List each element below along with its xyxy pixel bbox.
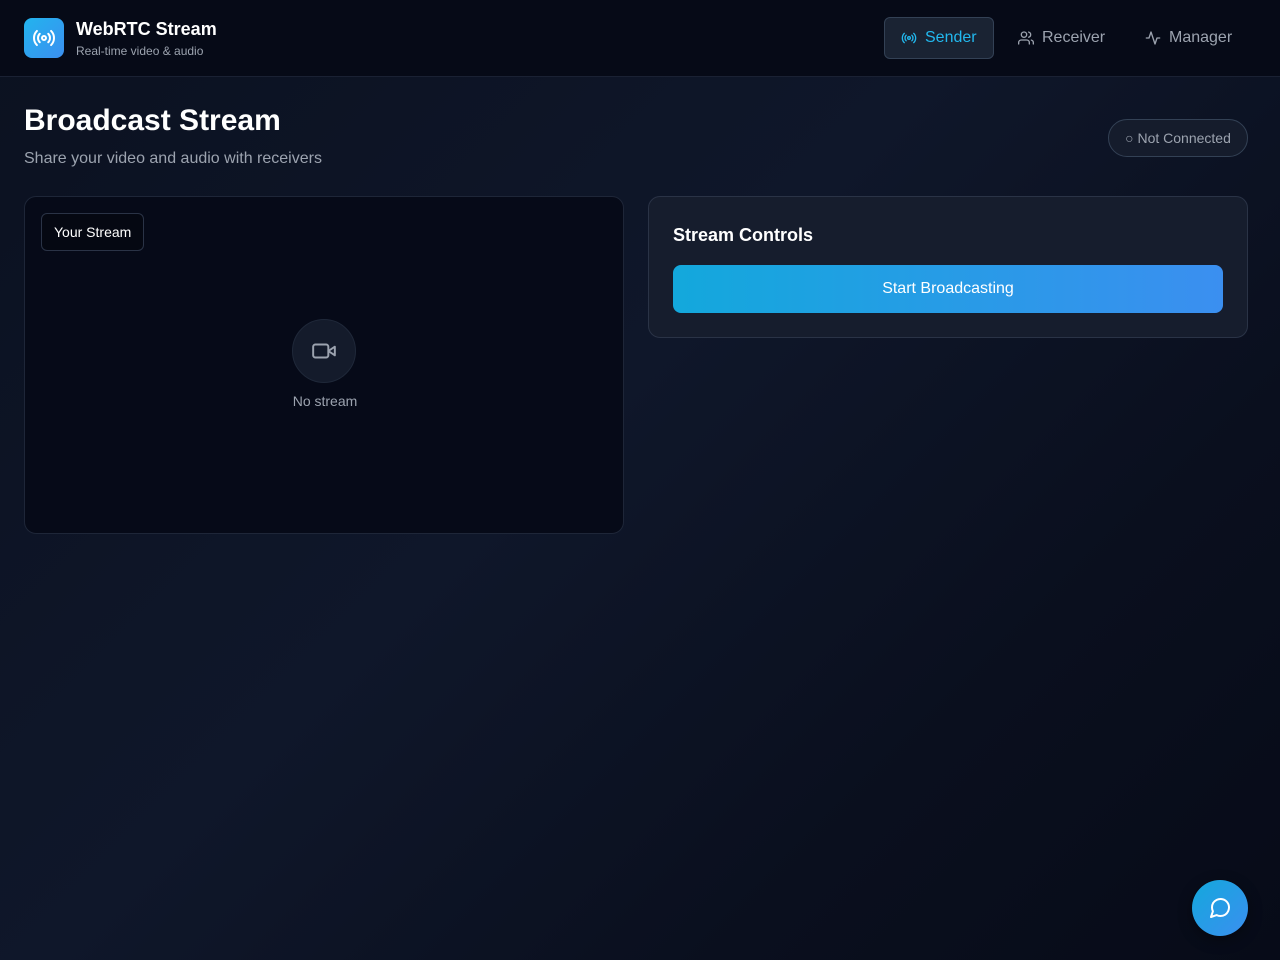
nav-receiver-label: Receiver bbox=[1042, 29, 1106, 46]
activity-icon bbox=[1145, 31, 1161, 45]
app-subtitle: Real-time video & audio bbox=[76, 44, 204, 58]
app-logo bbox=[24, 18, 64, 58]
page-subtitle: Share your video and audio with receiver… bbox=[24, 150, 322, 167]
nav-sender-label: Sender bbox=[925, 29, 977, 46]
no-stream-text: No stream bbox=[292, 393, 358, 409]
start-broadcasting-button[interactable]: Start Broadcasting bbox=[673, 265, 1223, 313]
camera-placeholder bbox=[292, 319, 356, 383]
chat-button[interactable] bbox=[1192, 880, 1248, 936]
video-camera-icon bbox=[312, 343, 336, 359]
your-stream-label: Your Stream bbox=[41, 213, 145, 251]
nav-sender[interactable]: Sender bbox=[884, 17, 994, 59]
nav-receiver[interactable]: Receiver bbox=[1002, 17, 1122, 59]
page-title: Broadcast Stream bbox=[24, 104, 281, 137]
stream-controls-title: Stream Controls bbox=[673, 225, 814, 245]
broadcast-icon bbox=[901, 32, 917, 44]
users-icon bbox=[1018, 31, 1034, 45]
stream-controls-panel: Stream Controls Start Broadcasting bbox=[648, 196, 1248, 338]
chat-bubble-icon bbox=[1210, 897, 1231, 918]
nav-manager-label: Manager bbox=[1169, 29, 1233, 46]
nav-manager[interactable]: Manager bbox=[1129, 17, 1249, 59]
app-header: WebRTC Stream Real-time video & audio Se… bbox=[0, 0, 1280, 77]
connection-status-badge: ○ Not Connected bbox=[1108, 119, 1248, 157]
app-title: WebRTC Stream bbox=[76, 19, 217, 39]
video-preview-panel: Your Stream No stream bbox=[24, 196, 624, 534]
broadcast-icon bbox=[33, 29, 55, 47]
